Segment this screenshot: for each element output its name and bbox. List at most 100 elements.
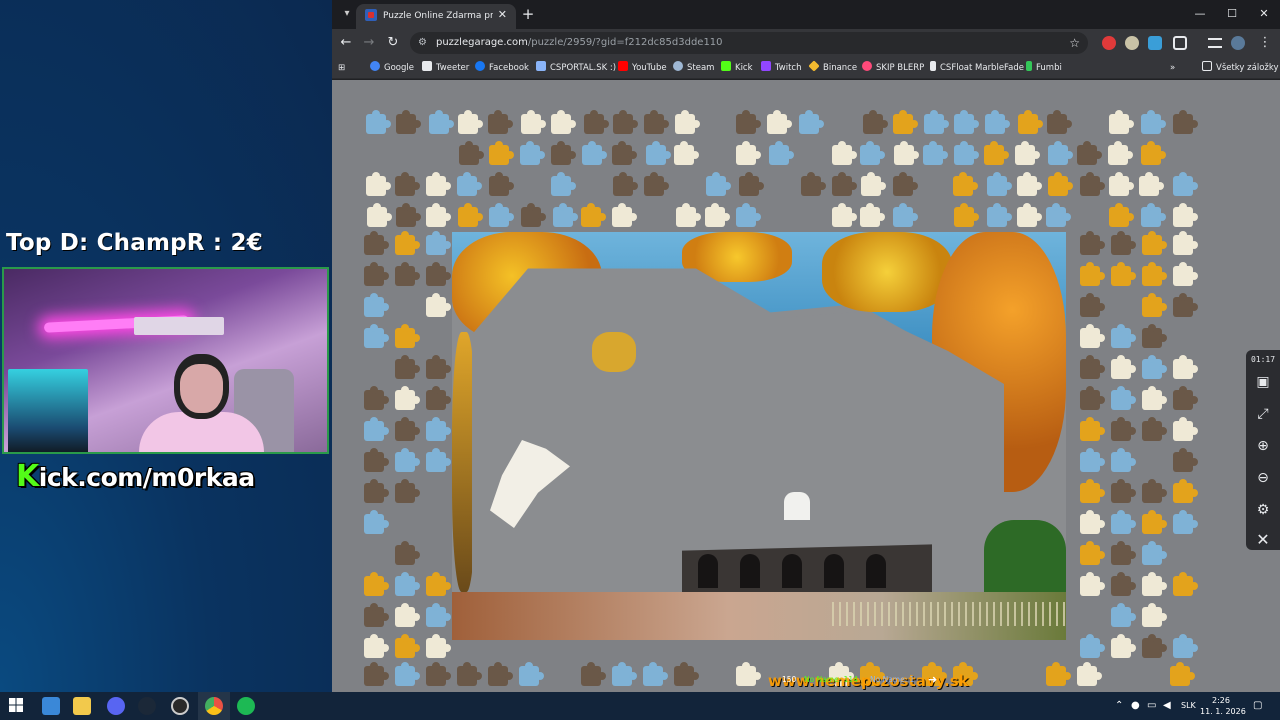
puzzle-piece[interactable] [1142, 293, 1167, 317]
puzzle-piece[interactable] [1142, 572, 1167, 596]
puzzle-piece[interactable] [426, 203, 451, 227]
puzzle-piece[interactable] [1173, 572, 1198, 596]
puzzle-piece[interactable] [612, 141, 637, 165]
tab-close-icon[interactable]: ✕ [498, 8, 507, 22]
puzzle-piece[interactable] [1111, 572, 1136, 596]
puzzle-piece[interactable] [426, 293, 451, 317]
puzzle-piece[interactable] [366, 110, 391, 134]
puzzle-piece[interactable] [1018, 110, 1043, 134]
puzzle-piece[interactable] [1080, 479, 1105, 503]
puzzle-piece[interactable] [1173, 262, 1198, 286]
puzzle-piece[interactable] [1111, 355, 1136, 379]
puzzle-piece[interactable] [613, 172, 638, 196]
puzzle-piece[interactable] [1111, 510, 1136, 534]
puzzle-piece[interactable] [1109, 110, 1134, 134]
puzzle-piece[interactable] [426, 386, 451, 410]
bookmark-csfloat[interactable]: CSFloat MarbleFade [930, 61, 1024, 75]
puzzle-piece[interactable] [675, 110, 700, 134]
puzzle-piece[interactable] [1142, 262, 1167, 286]
puzzle-piece[interactable] [860, 203, 885, 227]
puzzle-piece[interactable] [1080, 386, 1105, 410]
puzzle-piece[interactable] [893, 172, 918, 196]
puzzle-piece[interactable] [584, 110, 609, 134]
puzzle-piece[interactable] [1173, 510, 1198, 534]
microphone-icon[interactable]: ● [1131, 700, 1140, 712]
puzzle-piece[interactable] [1080, 541, 1105, 565]
puzzle-piece[interactable] [364, 662, 389, 686]
puzzle-piece[interactable] [643, 662, 668, 686]
puzzle-piece[interactable] [832, 172, 857, 196]
puzzle-piece[interactable] [1173, 386, 1198, 410]
puzzle-piece[interactable] [1173, 203, 1198, 227]
puzzle-piece[interactable] [612, 662, 637, 686]
puzzle-piece[interactable] [1080, 355, 1105, 379]
puzzle-piece[interactable] [395, 355, 420, 379]
puzzle-piece[interactable] [364, 510, 389, 534]
puzzle-piece[interactable] [395, 479, 420, 503]
clock-time[interactable]: 2:26 [1204, 696, 1238, 706]
close-window-button[interactable]: ✕ [1248, 5, 1280, 23]
puzzle-piece[interactable] [613, 110, 638, 134]
puzzle-piece[interactable] [429, 110, 454, 134]
puzzle-piece[interactable] [954, 203, 979, 227]
puzzle-piece[interactable] [863, 110, 888, 134]
extension-flask-icon[interactable] [1125, 36, 1139, 50]
puzzle-piece[interactable] [364, 448, 389, 472]
puzzle-piece[interactable] [1142, 417, 1167, 441]
puzzle-piece[interactable] [1111, 262, 1136, 286]
puzzle-piece[interactable] [581, 662, 606, 686]
language-indicator[interactable]: SLK [1181, 700, 1196, 712]
puzzle-piece[interactable] [769, 141, 794, 165]
obs-icon[interactable] [171, 697, 189, 715]
maximize-button[interactable]: ☐ [1216, 5, 1248, 23]
puzzle-piece[interactable] [1142, 541, 1167, 565]
back-arrow-icon[interactable]: ← [337, 34, 355, 52]
puzzle-piece[interactable] [1048, 172, 1073, 196]
tab-puzzle[interactable]: Puzzle Online Zdarma pre Dosp ✕ [356, 4, 516, 29]
puzzle-piece[interactable] [551, 141, 576, 165]
puzzle-piece[interactable] [364, 386, 389, 410]
puzzle-piece[interactable] [736, 662, 761, 686]
tray-overflow-icon[interactable]: ⌃ [1115, 700, 1123, 712]
puzzle-piece[interactable] [1142, 231, 1167, 255]
bookmark-skip-blerp[interactable]: SKIP BLERP [862, 61, 924, 75]
puzzle-piece[interactable] [987, 203, 1012, 227]
puzzle-piece[interactable] [644, 172, 669, 196]
puzzle-piece[interactable] [1077, 141, 1102, 165]
puzzle-piece[interactable] [426, 355, 451, 379]
puzzle-piece[interactable] [767, 110, 792, 134]
file-explorer-blue-icon[interactable] [42, 697, 60, 715]
puzzle-piece[interactable] [1111, 448, 1136, 472]
reading-list-icon[interactable] [1208, 38, 1222, 48]
puzzle-piece[interactable] [395, 172, 420, 196]
address-bar[interactable]: ⚙ puzzlegarage.com/puzzle/2959/?gid=f212… [410, 32, 1088, 54]
puzzle-piece[interactable] [426, 572, 451, 596]
puzzle-piece[interactable] [893, 203, 918, 227]
bookmarks-overflow-icon[interactable]: » [1170, 61, 1175, 75]
puzzle-piece[interactable] [1111, 634, 1136, 658]
bookmark-tweeter[interactable]: Tweeter [422, 61, 469, 75]
puzzle-piece[interactable] [1017, 172, 1042, 196]
puzzle-piece[interactable] [1111, 541, 1136, 565]
puzzle-piece[interactable] [395, 262, 420, 286]
puzzle-piece[interactable] [1111, 386, 1136, 410]
puzzle-piece[interactable] [426, 417, 451, 441]
puzzle-piece[interactable] [395, 324, 420, 348]
extensions-puzzle-icon[interactable] [1173, 36, 1187, 50]
puzzle-piece[interactable] [1046, 662, 1071, 686]
puzzle-piece[interactable] [832, 203, 857, 227]
puzzle-piece[interactable] [893, 110, 918, 134]
puzzle-piece[interactable] [426, 603, 451, 627]
puzzle-piece[interactable] [364, 231, 389, 255]
puzzle-piece[interactable] [489, 172, 514, 196]
puzzle-piece[interactable] [458, 203, 483, 227]
puzzle-piece[interactable] [1173, 479, 1198, 503]
puzzle-piece[interactable] [426, 662, 451, 686]
puzzle-piece[interactable] [1173, 172, 1198, 196]
puzzle-piece[interactable] [1047, 110, 1072, 134]
puzzle-piece[interactable] [1080, 293, 1105, 317]
puzzle-piece[interactable] [364, 417, 389, 441]
extension-red-icon[interactable] [1102, 36, 1116, 50]
puzzle-piece[interactable] [1109, 203, 1134, 227]
puzzle-piece[interactable] [364, 572, 389, 596]
